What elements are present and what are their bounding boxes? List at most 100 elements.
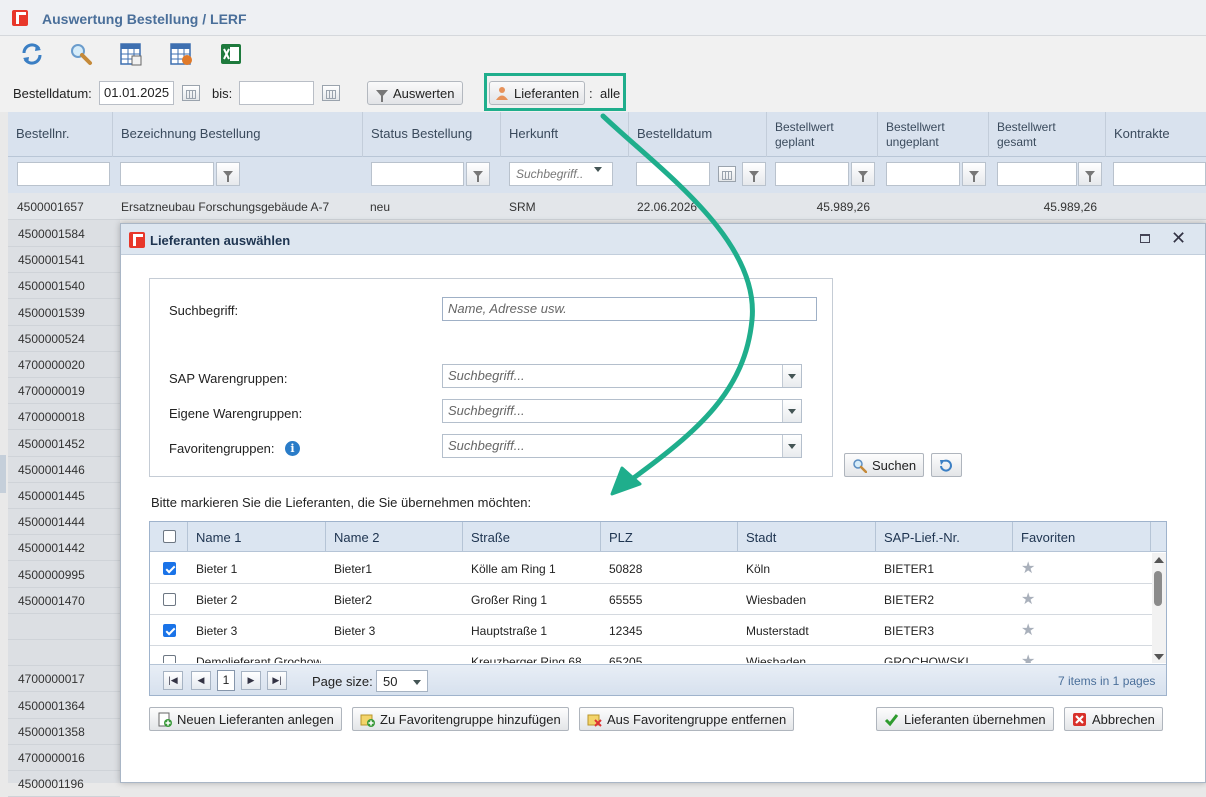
filter-input-bezeichnung[interactable] <box>120 162 214 186</box>
row-number[interactable]: 4500001541 <box>18 253 85 267</box>
excel-export-icon[interactable] <box>218 41 244 67</box>
row-number[interactable]: 4500001470 <box>18 594 85 608</box>
row-number[interactable]: 4500001584 <box>18 227 85 241</box>
filter-button[interactable] <box>742 162 766 186</box>
col-header-name1[interactable]: Name 1 <box>188 522 326 552</box>
select-all-checkbox[interactable] <box>163 530 176 543</box>
last-page-button[interactable]: ▶| <box>267 671 287 690</box>
row-number[interactable]: 4500001444 <box>18 515 85 529</box>
row-number[interactable]: 4700000016 <box>18 751 85 765</box>
new-supplier-button[interactable]: Neuen Lieferanten anlegen <box>149 707 342 731</box>
row-number[interactable]: 4500001446 <box>18 463 85 477</box>
row-number[interactable]: 4700000019 <box>18 384 85 398</box>
row-checkbox[interactable] <box>163 624 176 637</box>
row-number[interactable]: 4500001364 <box>18 699 85 713</box>
row-number[interactable]: 4700000018 <box>18 410 85 424</box>
filter-input-geplant[interactable] <box>775 162 849 186</box>
filter-button[interactable] <box>962 162 986 186</box>
table-row[interactable]: Demolieferant Grochowski Kreuzberger Ring… <box>150 646 1152 663</box>
remove-from-favorites-button[interactable]: Aus Favoritengruppe entfernen <box>579 707 795 731</box>
col-header-favoriten[interactable]: Favoriten <box>1013 522 1151 552</box>
chevron-down-icon[interactable] <box>594 167 602 172</box>
row-number[interactable]: 4700000017 <box>18 672 85 686</box>
scroll-down-icon[interactable] <box>1154 654 1164 660</box>
fav-groups-combo[interactable]: Suchbegriff... <box>442 434 802 458</box>
first-page-button[interactable]: |◀ <box>163 671 183 690</box>
col-header-plz[interactable]: PLZ <box>601 522 738 552</box>
add-to-favorites-button[interactable]: Zu Favoritengruppe hinzufügen <box>352 707 569 731</box>
accept-suppliers-button[interactable]: Lieferanten übernehmen <box>876 707 1054 731</box>
col-header-geplant[interactable]: Bestellwert geplant <box>767 112 878 157</box>
table-settings-icon[interactable] <box>168 41 194 67</box>
table-row[interactable]: Bieter 3 Bieter 3 Hauptstraße 1 12345 Muster… <box>150 615 1152 646</box>
filter-button[interactable] <box>1078 162 1102 186</box>
col-header-herkunft[interactable]: Herkunft <box>501 112 629 157</box>
col-header-sap[interactable]: SAP-Lief.-Nr. <box>876 522 1013 552</box>
calendar-icon[interactable] <box>322 85 340 101</box>
col-header-name2[interactable]: Name 2 <box>326 522 463 552</box>
favorite-star-icon[interactable]: ★ <box>1021 651 1035 663</box>
scroll-up-icon[interactable] <box>1154 557 1164 563</box>
table-row[interactable]: 4500001657 Ersatzneubau Forschungsgebäud… <box>8 193 1206 220</box>
own-groups-combo[interactable]: Suchbegriff... <box>442 399 802 423</box>
filter-input-kontrakte[interactable] <box>1113 162 1206 186</box>
col-header-nr[interactable]: Bestellnr. <box>8 112 113 157</box>
filter-button[interactable] <box>851 162 875 186</box>
table-export-icon[interactable] <box>118 41 144 67</box>
row-number[interactable]: 4500000524 <box>18 332 85 346</box>
filter-input-status[interactable] <box>371 162 464 186</box>
filter-button[interactable] <box>216 162 240 186</box>
sap-groups-combo[interactable]: Suchbegriff... <box>442 364 802 388</box>
scrollbar-thumb[interactable] <box>1154 571 1162 606</box>
row-checkbox[interactable] <box>163 562 176 575</box>
col-header-ungeplant[interactable]: Bestellwert ungeplant <box>878 112 989 157</box>
row-checkbox[interactable] <box>163 593 176 606</box>
col-header-gesamt[interactable]: Bestellwert gesamt <box>989 112 1106 157</box>
scrollbar[interactable] <box>1152 553 1166 663</box>
filter-herkunft-combo[interactable]: Suchbegriff.. <box>509 162 613 186</box>
col-header-kontrakte[interactable]: Kontrakte <box>1106 112 1206 157</box>
date-to-input[interactable] <box>239 81 314 105</box>
calendar-icon[interactable] <box>718 166 736 182</box>
favorite-star-icon[interactable]: ★ <box>1021 558 1035 578</box>
col-header-bezeichnung[interactable]: Bezeichnung Bestellung <box>113 112 363 157</box>
row-number[interactable]: 4500001540 <box>18 279 85 293</box>
favorite-star-icon[interactable]: ★ <box>1021 620 1035 640</box>
favorite-star-icon[interactable]: ★ <box>1021 589 1035 609</box>
refresh-icon[interactable] <box>19 41 45 67</box>
search-icon[interactable] <box>68 41 94 67</box>
side-collapse-handle[interactable] <box>0 455 6 493</box>
row-number[interactable]: 4500000995 <box>18 568 85 582</box>
info-icon[interactable]: i <box>285 441 300 456</box>
col-header-status[interactable]: Status Bestellung <box>363 112 501 157</box>
row-number[interactable]: 4500001539 <box>18 306 85 320</box>
col-header-stadt[interactable]: Stadt <box>738 522 876 552</box>
evaluate-button[interactable]: Auswerten <box>367 81 464 105</box>
calendar-icon[interactable] <box>182 85 200 101</box>
row-checkbox[interactable] <box>163 655 176 663</box>
search-input[interactable]: Name, Adresse usw. <box>442 297 817 321</box>
filter-input-gesamt[interactable] <box>997 162 1077 186</box>
col-header-strasse[interactable]: Straße <box>463 522 601 552</box>
search-button[interactable]: Suchen <box>844 453 925 477</box>
close-icon[interactable]: ✕ <box>1171 227 1186 249</box>
next-page-button[interactable]: ▶ <box>241 671 261 690</box>
prev-page-button[interactable]: ◀ <box>191 671 211 690</box>
chevron-down-icon[interactable] <box>782 435 801 457</box>
filter-button[interactable] <box>466 162 490 186</box>
date-from-input[interactable]: 01.01.2025 <box>99 81 174 105</box>
filter-input-nr[interactable] <box>17 162 110 186</box>
cancel-button[interactable]: Abbrechen <box>1064 707 1163 731</box>
row-number[interactable]: 4500001358 <box>18 725 85 739</box>
reset-button[interactable] <box>931 453 962 477</box>
row-number[interactable]: 4500001196 <box>18 777 84 791</box>
chevron-down-icon[interactable] <box>782 400 801 422</box>
table-row[interactable]: Bieter 1 Bieter1 Kölle am Ring 1 50828 Köln B… <box>150 553 1152 584</box>
filter-input-ungeplant[interactable] <box>886 162 960 186</box>
row-number[interactable]: 4500001452 <box>18 437 85 451</box>
maximize-icon[interactable] <box>1140 234 1150 243</box>
row-number[interactable]: 4700000020 <box>18 358 85 372</box>
col-header-datum[interactable]: Bestelldatum <box>629 112 767 157</box>
page-size-select[interactable]: 50 <box>376 670 428 692</box>
row-number[interactable]: 4500001442 <box>18 541 85 555</box>
